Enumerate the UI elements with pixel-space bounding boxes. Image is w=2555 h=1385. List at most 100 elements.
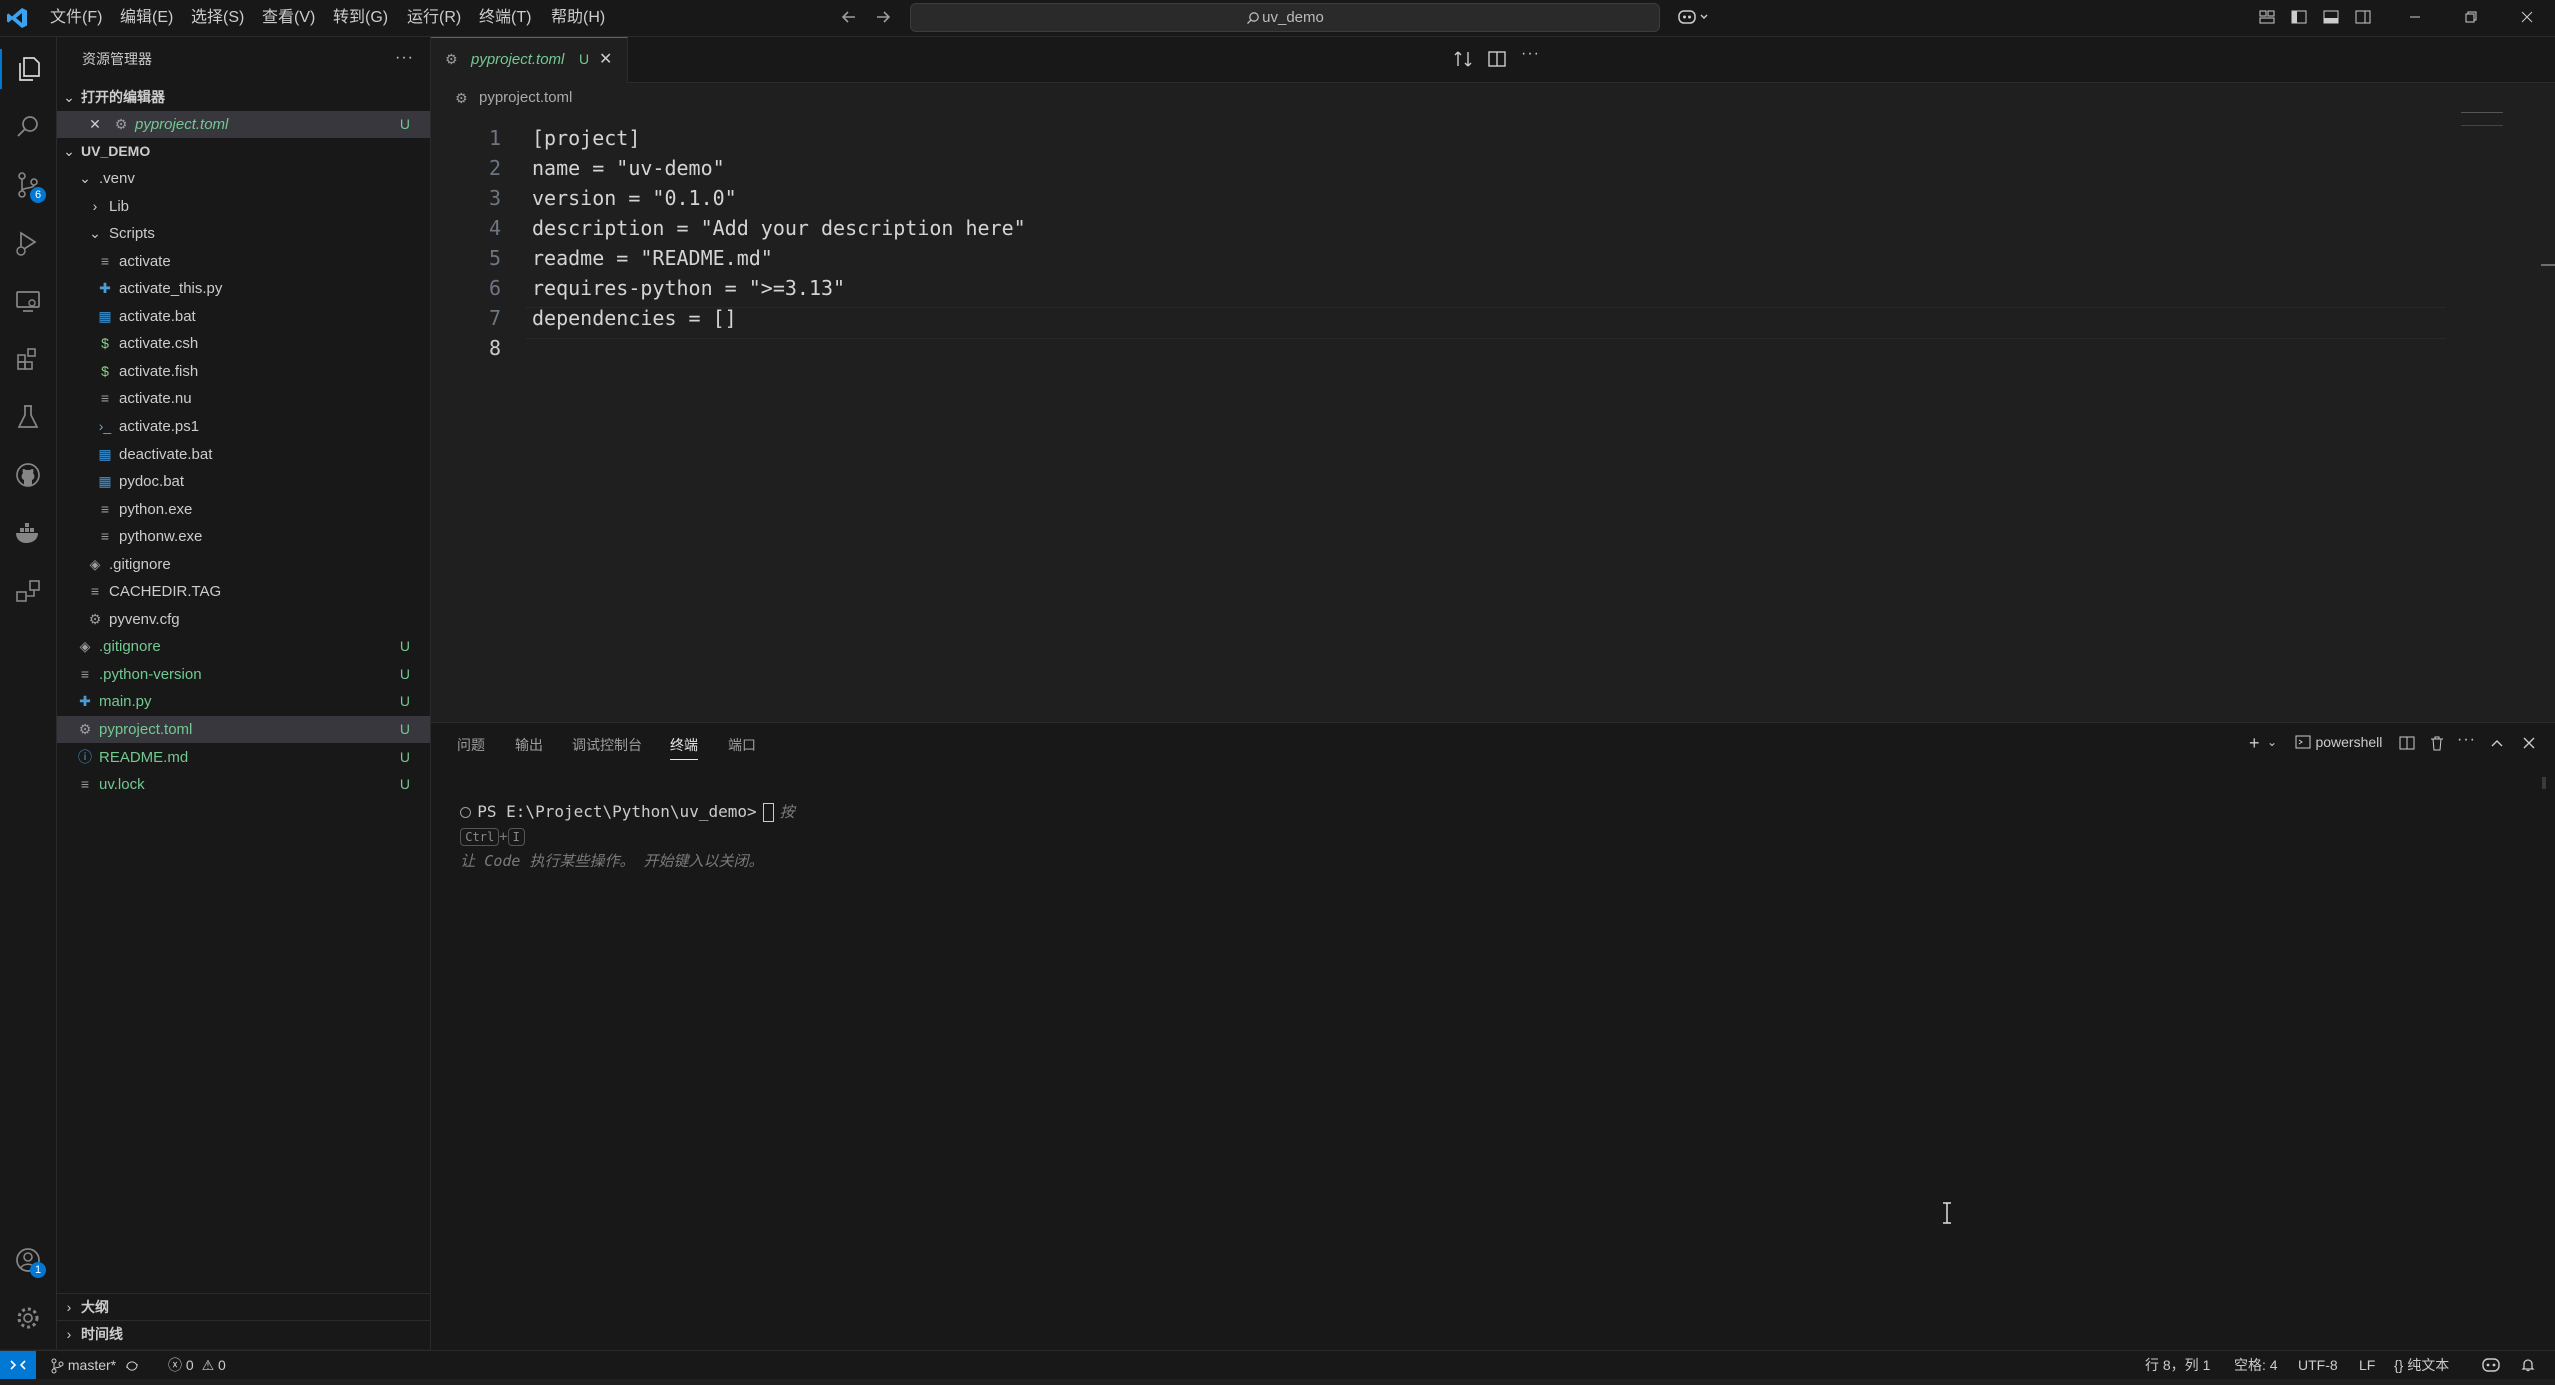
code-editor[interactable]: 1 [project] 2 name = "uv-demo" 3 version = "0…: [431, 112, 2555, 722]
explorer-icon[interactable]: [0, 49, 58, 89]
minimap[interactable]: [2429, 112, 2555, 722]
remote-indicator[interactable]: [0, 1351, 36, 1379]
close-window-icon[interactable]: [2518, 8, 2536, 26]
toggle-secondary-sidebar-icon[interactable]: [2354, 8, 2372, 26]
ports-icon[interactable]: [8, 571, 48, 611]
encoding[interactable]: UTF-8: [2298, 1351, 2338, 1379]
tree-item[interactable]: $ activate.csh: [57, 330, 430, 357]
tree-item[interactable]: ▦ deactivate.bat: [57, 441, 430, 468]
accounts-icon[interactable]: 1: [8, 1240, 48, 1280]
open-editor-item[interactable]: ✕ ⚙ pyproject.toml U: [57, 111, 430, 138]
customize-layout-icon[interactable]: [2258, 8, 2276, 26]
menu-item[interactable]: 文件(F): [50, 0, 102, 36]
open-editors-header[interactable]: ⌄ 打开的编辑器: [57, 84, 430, 111]
copilot-status-icon[interactable]: [2482, 1357, 2500, 1385]
search-icon[interactable]: [8, 107, 48, 147]
extensions-icon[interactable]: [8, 339, 48, 379]
toggle-primary-sidebar-icon[interactable]: [2290, 8, 2308, 26]
tree-item[interactable]: ⚙ pyproject.toml U: [57, 716, 430, 743]
workspace-header[interactable]: ⌄ UV_DEMO: [57, 138, 430, 165]
tree-item[interactable]: $ activate.fish: [57, 358, 430, 385]
tree-item[interactable]: ›_ activate.ps1: [57, 413, 430, 440]
bell-icon[interactable]: [2520, 1357, 2536, 1385]
menu-item[interactable]: 查看(V): [262, 0, 315, 36]
run-debug-icon[interactable]: [8, 223, 48, 263]
copilot-icon[interactable]: [1677, 8, 1711, 26]
tree-item[interactable]: ◈ .gitignore: [57, 551, 430, 578]
tree-item[interactable]: ≡ .python-version U: [57, 661, 430, 688]
tree-item[interactable]: ≡ python.exe: [57, 496, 430, 523]
tree-item[interactable]: ≡ activate: [57, 248, 430, 275]
language-mode[interactable]: {} 纯文本: [2394, 1351, 2449, 1379]
cursor-position[interactable]: 行 8，列 1: [2145, 1351, 2210, 1379]
tree-item[interactable]: ✚ activate_this.py: [57, 275, 430, 302]
restore-icon[interactable]: [2462, 8, 2480, 26]
indentation[interactable]: 空格: 4: [2234, 1351, 2278, 1379]
tree-item[interactable]: › Lib: [57, 193, 430, 220]
new-terminal-icon[interactable]: +: [2249, 733, 2260, 754]
tree-item[interactable]: ⚙ pyvenv.cfg: [57, 606, 430, 633]
more-actions-icon[interactable]: ···: [1521, 45, 1540, 63]
menu-item[interactable]: 选择(S): [191, 0, 244, 36]
tree-item[interactable]: ≡ activate.nu: [57, 385, 430, 412]
terminal-scrollbar[interactable]: [2542, 777, 2546, 789]
warning-icon: ⚠: [201, 1357, 215, 1373]
terminal-shell-item[interactable]: powershell: [2295, 733, 2382, 751]
tab-pyproject-toml[interactable]: ⚙ pyproject.toml U ✕: [431, 37, 628, 83]
timeline-header[interactable]: › 时间线: [57, 1320, 430, 1348]
docker-icon[interactable]: [8, 513, 48, 553]
branch-item[interactable]: master*: [50, 1351, 140, 1379]
terminal-output[interactable]: PS E:\Project\Python\uv_demo> 按 Ctrl + I 让 …: [441, 776, 795, 870]
back-arrow-icon[interactable]: [840, 8, 858, 26]
explorer-sidebar: 资源管理器 ··· ⌄ 打开的编辑器 ✕ ⚙ pyproject.toml U …: [57, 37, 431, 1349]
sync-icon[interactable]: [124, 1359, 140, 1373]
close-icon[interactable]: ✕: [599, 49, 612, 69]
minimize-icon[interactable]: [2406, 8, 2424, 26]
maximize-panel-icon[interactable]: [2489, 735, 2505, 751]
chevron-down-icon[interactable]: ⌄: [2267, 735, 2277, 749]
settings-gear-icon[interactable]: [8, 1298, 48, 1338]
tree-item[interactable]: ▦ activate.bat: [57, 303, 430, 330]
split-terminal-icon[interactable]: [2399, 735, 2415, 751]
panel-tab[interactable]: 端口: [728, 735, 756, 755]
tree-item[interactable]: ≡ uv.lock U: [57, 771, 430, 798]
more-actions-icon[interactable]: ···: [395, 49, 414, 67]
menu-item[interactable]: 转到(G): [333, 0, 388, 36]
tree-item[interactable]: ≡ pythonw.exe: [57, 523, 430, 550]
menu-item[interactable]: 编辑(E): [120, 0, 173, 36]
menu-item[interactable]: 终端(T): [479, 0, 531, 36]
panel-tab[interactable]: 问题: [457, 735, 485, 755]
menu-item[interactable]: 帮助(H): [551, 0, 605, 36]
more-actions-icon[interactable]: ···: [2457, 731, 2476, 749]
tree-item[interactable]: ⌄ Scripts: [57, 220, 430, 247]
shell-icon: $: [101, 362, 109, 379]
close-icon[interactable]: ✕: [87, 111, 103, 138]
panel-tab[interactable]: 终端: [670, 735, 698, 760]
close-panel-icon[interactable]: [2521, 735, 2537, 751]
problems-item[interactable]: ⓧ 0 ⚠ 0: [168, 1351, 226, 1379]
breadcrumb-file[interactable]: pyproject.toml: [479, 84, 572, 112]
menu-item[interactable]: 运行(R): [407, 0, 461, 36]
command-center-search[interactable]: uv_demo: [910, 3, 1660, 32]
tree-item[interactable]: ≡ CACHEDIR.TAG: [57, 578, 430, 605]
toggle-panel-icon[interactable]: [2322, 8, 2340, 26]
tree-item[interactable]: ⓘ README.md U: [57, 744, 430, 771]
eol[interactable]: LF: [2359, 1351, 2375, 1379]
tree-item[interactable]: ▦ pydoc.bat: [57, 468, 430, 495]
source-control-icon[interactable]: 6: [8, 165, 48, 205]
tree-item[interactable]: ⌄ .venv: [57, 165, 430, 192]
panel-tab[interactable]: 调试控制台: [572, 735, 642, 755]
tree-item[interactable]: ◈ .gitignore U: [57, 633, 430, 660]
testing-icon[interactable]: [8, 397, 48, 437]
tree-item[interactable]: ✚ main.py U: [57, 688, 430, 715]
chevron-right-icon: ›: [66, 1326, 72, 1342]
split-editor-icon[interactable]: [1487, 49, 1507, 69]
code-text: name = "uv-demo": [532, 156, 725, 180]
outline-header[interactable]: › 大纲: [57, 1293, 430, 1321]
trash-icon[interactable]: [2429, 735, 2445, 751]
panel-tab[interactable]: 输出: [515, 735, 543, 755]
open-changes-icon[interactable]: [1453, 49, 1473, 69]
remote-explorer-icon[interactable]: [8, 281, 48, 321]
forward-arrow-icon[interactable]: [874, 8, 892, 26]
github-icon[interactable]: [8, 455, 48, 495]
